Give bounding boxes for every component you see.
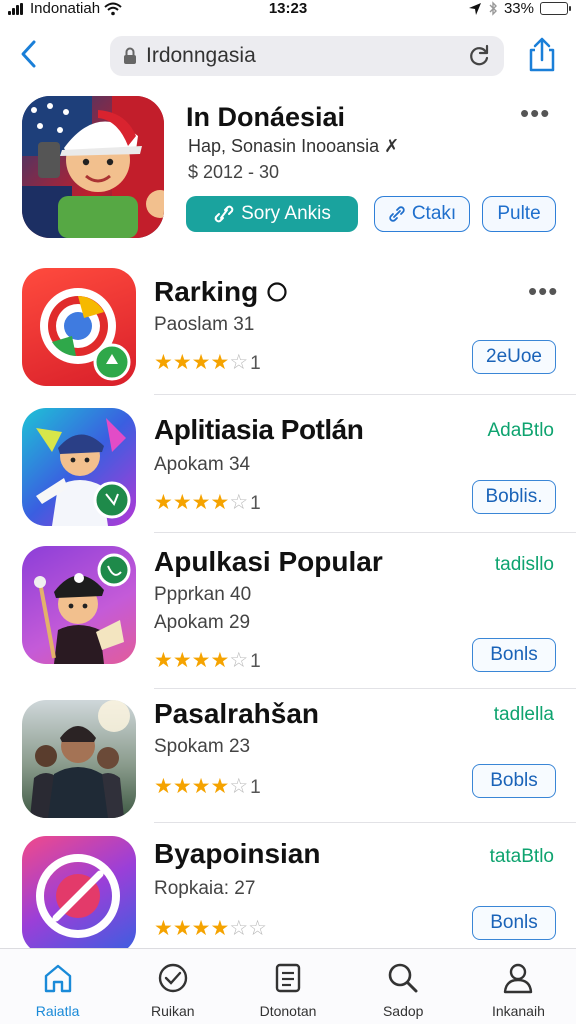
featured-app-title: In Donáesiai bbox=[186, 102, 346, 132]
list-icon bbox=[275, 963, 301, 993]
home-icon bbox=[44, 964, 71, 993]
location-icon bbox=[468, 2, 481, 15]
cartoon-icon bbox=[22, 408, 136, 526]
profile-icon bbox=[504, 963, 533, 994]
tab-label: Inkanaih bbox=[491, 1003, 545, 1019]
get-button[interactable]: 2eUoe bbox=[472, 340, 556, 374]
list-item[interactable]: Byapoinsian tataBtlo Ropkaia: 27 ★★★★☆☆ … bbox=[0, 834, 576, 954]
app-title: Aplitiasia Potlán bbox=[154, 414, 364, 445]
navigation-bar: Irdonngasia bbox=[0, 30, 576, 80]
battery-percent: 33% bbox=[503, 0, 534, 17]
get-button[interactable]: Bobls bbox=[472, 764, 556, 798]
share-button[interactable] bbox=[524, 36, 560, 74]
get-button[interactable]: Bonls bbox=[472, 638, 556, 672]
url-text: Irdonngasia bbox=[146, 44, 256, 67]
app-tag: tadisllo bbox=[494, 554, 554, 575]
app-title: Apulkasi Popular bbox=[154, 546, 383, 577]
chrome-like-icon bbox=[22, 268, 136, 386]
more-options-button[interactable]: ••• bbox=[520, 100, 550, 128]
tab-label: Raiatla bbox=[35, 1003, 80, 1019]
more-options-button[interactable]: ••• bbox=[528, 278, 558, 306]
featured-app-subtitle: Hap, Sonasin Inooansia ✗ bbox=[188, 136, 400, 156]
star-rating: ★★★★☆ 1 bbox=[154, 775, 261, 798]
secondary-action-label: Ctakı bbox=[411, 203, 457, 224]
list-item[interactable]: Rarking ••• Paoslam 31 ★★★★☆ 1 2eUoe bbox=[0, 262, 576, 396]
tab-profile[interactable]: Inkanaih bbox=[461, 949, 576, 1024]
star-rating: ★★★★☆ 1 bbox=[154, 649, 261, 672]
app-title: Byapoinsian bbox=[154, 838, 321, 869]
app-tag: tadlella bbox=[493, 704, 554, 725]
lock-icon bbox=[124, 47, 136, 64]
list-item[interactable]: Aplitiasia Potlán AdaBtlo Apokam 34 ★★★★… bbox=[0, 404, 576, 538]
link-icon bbox=[389, 206, 405, 222]
divider bbox=[154, 822, 576, 823]
compass-icon bbox=[158, 963, 187, 993]
get-button[interactable]: Bonls bbox=[472, 906, 556, 940]
tab-home[interactable]: Raiatla bbox=[0, 949, 115, 1024]
third-action-button[interactable]: Pulte bbox=[482, 196, 556, 232]
app-subtitle: Paoslam 31 bbox=[154, 314, 255, 335]
app-subtitle: Ropkaia: 27 bbox=[154, 878, 256, 899]
featured-app-icon[interactable] bbox=[22, 96, 164, 238]
tab-label: Dtonotan bbox=[259, 1003, 317, 1019]
divider bbox=[154, 532, 576, 533]
tab-list[interactable]: Dtonotan bbox=[230, 949, 345, 1024]
link-icon bbox=[214, 205, 234, 223]
app-tag: tataBtlo bbox=[489, 846, 554, 867]
app-title: Pasalrahšan bbox=[154, 698, 319, 729]
compass-icon bbox=[22, 836, 136, 954]
info-circle-icon bbox=[267, 282, 287, 302]
app-subtitle: Ppprkan 40 bbox=[154, 584, 252, 605]
get-button[interactable]: Boblis. bbox=[472, 480, 556, 514]
app-title: Rarking bbox=[154, 276, 288, 308]
list-item[interactable]: Pasalrahšan tadlella Spokam 23 ★★★★☆ 1 Bo… bbox=[0, 694, 576, 834]
tab-bar: Raiatla Ruikan Dtonotan Sadop Inkanaih bbox=[0, 948, 576, 1024]
featured-app-price: $ 2012 - 30 bbox=[188, 162, 280, 182]
tab-label: Ruikan bbox=[151, 1003, 195, 1019]
status-bar: Indonatiah 13:23 33% bbox=[0, 0, 576, 22]
tab-label: Sadop bbox=[382, 1003, 424, 1019]
star-rating: ★★★★☆ 1 bbox=[154, 491, 261, 514]
featured-app: In Donáesiai ••• Hap, Sonasin Inooansia … bbox=[22, 96, 562, 246]
tab-search[interactable]: Sadop bbox=[346, 949, 461, 1024]
reload-icon[interactable] bbox=[466, 43, 492, 69]
divider bbox=[154, 394, 576, 395]
search-icon bbox=[388, 963, 418, 993]
tab-explore[interactable]: Ruikan bbox=[115, 949, 230, 1024]
url-bar[interactable]: Irdonngasia bbox=[110, 36, 504, 76]
app-subtitle: Apokam 29 bbox=[154, 612, 251, 633]
secondary-action-button[interactable]: Ctakı bbox=[374, 196, 470, 232]
primary-action-label: Sory Ankis bbox=[241, 203, 331, 224]
divider bbox=[154, 688, 576, 689]
app-subtitle: Apokam 34 bbox=[154, 454, 251, 475]
star-rating: ★★★★☆ 1 bbox=[154, 351, 261, 374]
battery-icon bbox=[540, 2, 571, 15]
cartoon-hat-icon bbox=[22, 546, 136, 664]
primary-action-button[interactable]: Sory Ankis bbox=[186, 196, 358, 232]
bluetooth-icon bbox=[489, 1, 497, 16]
photo-icon bbox=[22, 700, 136, 818]
app-tag: AdaBtlo bbox=[487, 420, 554, 441]
back-button[interactable] bbox=[14, 36, 46, 72]
star-rating: ★★★★☆☆ bbox=[154, 917, 267, 940]
list-item[interactable]: Apulkasi Popular tadisllo Ppprkan 40 Apo… bbox=[0, 544, 576, 694]
app-subtitle: Spokam 23 bbox=[154, 736, 251, 757]
